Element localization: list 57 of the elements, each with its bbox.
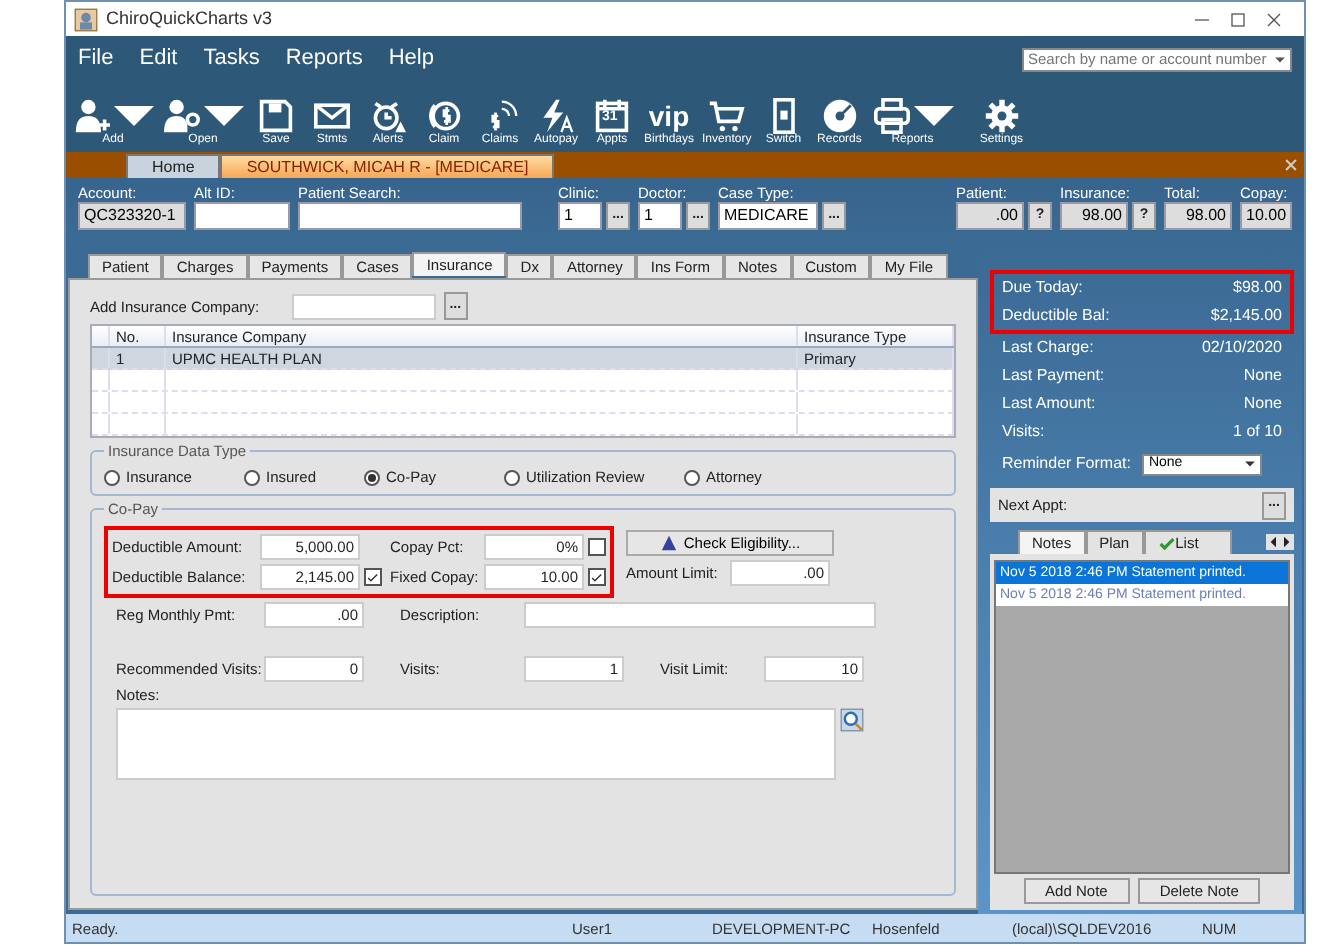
dropdown-icon: [1244, 458, 1257, 470]
input-field[interactable]: [194, 202, 290, 230]
summary-value: $98.00: [1233, 278, 1282, 298]
document-tab[interactable]: Home: [126, 154, 221, 178]
readonly-field[interactable]: QC323320-1: [78, 202, 186, 230]
notes-field[interactable]: [116, 708, 836, 780]
person-add-icon: [72, 97, 112, 134]
menu-item[interactable]: Edit: [139, 45, 178, 73]
maximize-icon: [1228, 9, 1248, 29]
menu-item[interactable]: Help: [388, 45, 434, 73]
vip-label: vip: [648, 97, 690, 133]
field-label: Reminder Format:: [1002, 454, 1131, 474]
window-title: ChiroQuickCharts v3: [106, 8, 273, 30]
settings-icon: [981, 97, 1022, 134]
summary-label: Last Amount:: [1002, 394, 1096, 414]
input-field[interactable]: 1: [638, 202, 682, 230]
summary-label: Visits:: [1002, 422, 1045, 442]
input-field[interactable]: 1: [558, 202, 602, 230]
input-field[interactable]: [291, 293, 436, 319]
input-field[interactable]: [298, 202, 522, 230]
checkbox[interactable]: [588, 568, 606, 586]
scroll-arrows-icon: [1266, 534, 1294, 550]
printer-icon: [871, 97, 912, 134]
input-field[interactable]: MEDICARE: [718, 202, 818, 230]
cart-icon: [706, 97, 747, 134]
checkbox[interactable]: [364, 568, 382, 586]
disc-icon: [819, 97, 860, 134]
menu-item[interactable]: Tasks: [203, 45, 260, 73]
warning-icon: [659, 534, 678, 552]
dollar-coin-icon: [424, 97, 464, 134]
summary-label: Last Charge:: [1002, 338, 1094, 358]
save-icon: [256, 97, 296, 134]
person-search-icon: [162, 97, 202, 134]
readonly-field[interactable]: 98.00: [1060, 202, 1128, 230]
menu-item[interactable]: Reports: [285, 45, 363, 73]
summary-value: None: [1243, 366, 1282, 386]
summary-value: None: [1243, 394, 1282, 414]
summary-label: Due Today:: [1002, 278, 1083, 298]
summary-value: $2,145.00: [1210, 306, 1282, 326]
envelope-icon: [312, 97, 352, 134]
readonly-field[interactable]: .00: [956, 202, 1024, 230]
readonly-field[interactable]: 10.00: [1240, 202, 1292, 230]
close-icon: [1264, 9, 1284, 29]
summary-label: Deductible Bal:: [1002, 306, 1110, 326]
dropdown-icon: [1274, 53, 1286, 65]
summary-value: 1 of 10: [1233, 422, 1282, 442]
input-field[interactable]: [524, 602, 876, 628]
summary-label: Last Payment:: [1002, 366, 1105, 386]
summary-value: 02/10/2020: [1201, 338, 1282, 358]
zoom-icon: [840, 708, 864, 732]
checkbox[interactable]: [588, 538, 606, 556]
menu-item[interactable]: File: [78, 45, 114, 73]
alarm-clock-icon: [368, 97, 408, 134]
app-icon: [74, 7, 98, 31]
document-tab[interactable]: SOUTHWICK, MICAH R - [MEDICARE]: [220, 154, 555, 178]
close-icon: [1284, 158, 1298, 172]
readonly-field[interactable]: 98.00: [1164, 202, 1232, 230]
